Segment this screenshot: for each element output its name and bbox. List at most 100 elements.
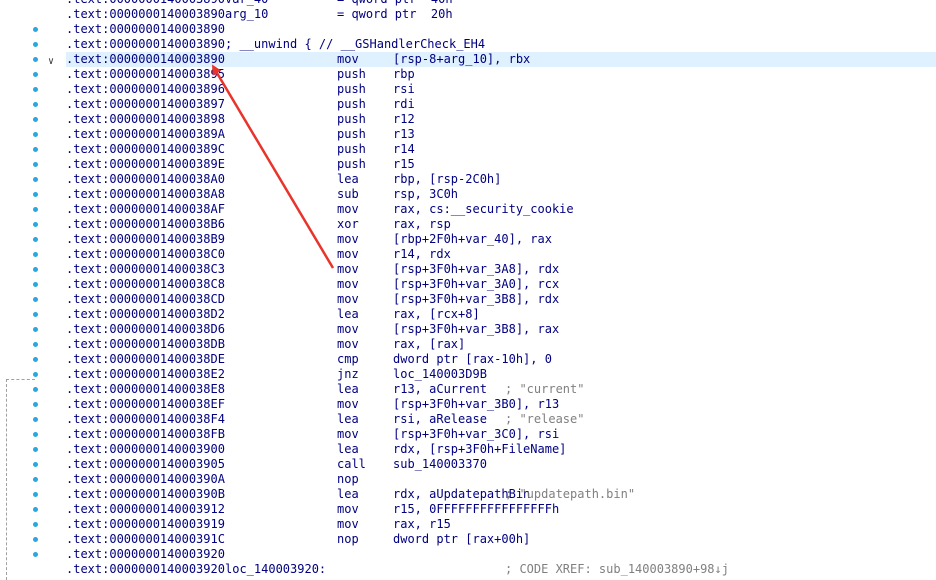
address[interactable]: .text:00000001400038A0	[66, 172, 225, 187]
listing-row[interactable]: .text:000000014000389A push r13	[66, 127, 936, 142]
listing-row[interactable]: .text:00000001400038A8 sub rsp, 3C0h	[66, 187, 936, 202]
address[interactable]: .text:00000001400038E2	[66, 367, 225, 382]
mnemonic[interactable]: lea	[337, 172, 359, 187]
address[interactable]: .text:00000001400038D6	[66, 322, 225, 337]
operands[interactable]: [rbp+2F0h+var_40], rax	[393, 232, 552, 247]
breakpoint-dot[interactable]	[33, 117, 38, 122]
mnemonic[interactable]: mov	[337, 262, 359, 277]
mnemonic[interactable]: push	[337, 67, 366, 82]
listing-row[interactable]: .text:00000001400038D2 lea rax, [rcx+8]	[66, 307, 936, 322]
address[interactable]: .text:00000001400038F4	[66, 412, 225, 427]
listing-row[interactable]: .text:00000001400038C0 mov r14, rdx	[66, 247, 936, 262]
breakpoint-dot[interactable]	[33, 342, 38, 347]
listing-row[interactable]: .text:00000001400038E8 lea r13, aCurrent ; …	[66, 382, 936, 397]
listing-row[interactable]: .text:000000014000389C push r14	[66, 142, 936, 157]
breakpoint-dot[interactable]	[33, 327, 38, 332]
address[interactable]: .text:000000014000389A	[66, 127, 225, 142]
listing-row[interactable]: .text:0000000140003920 loc_140003920: ; CO…	[66, 562, 936, 577]
mnemonic[interactable]: push	[337, 112, 366, 127]
address[interactable]: .text:000000014000391C	[66, 532, 225, 547]
operands[interactable]: rax, r15	[393, 517, 451, 532]
mnemonic[interactable]: lea	[337, 307, 359, 322]
listing-row[interactable]: .text:0000000140003897 push rdi	[66, 97, 936, 112]
address[interactable]: .text:0000000140003920	[66, 547, 225, 562]
address[interactable]: .text:00000001400038DB	[66, 337, 225, 352]
listing-row[interactable]: .text:00000001400038DE cmp dword ptr [rax-…	[66, 352, 936, 367]
address[interactable]: .text:000000014000390B	[66, 487, 225, 502]
mnemonic[interactable]: lea	[337, 382, 359, 397]
operands[interactable]: sub_140003370	[393, 457, 487, 472]
mnemonic[interactable]: nop	[337, 472, 359, 487]
mnemonic[interactable]: push	[337, 157, 366, 172]
address[interactable]: .text:000000014000389E	[66, 157, 225, 172]
breakpoint-dot[interactable]	[33, 282, 38, 287]
address[interactable]: .text:0000000140003890	[66, 37, 225, 52]
listing-row[interactable]: .text:00000001400038B9 mov [rbp+2F0h+var_4…	[66, 232, 936, 247]
operands[interactable]: rax, [rax]	[393, 337, 465, 352]
operands[interactable]: [rsp+3F0h+var_3A0], rcx	[393, 277, 559, 292]
listing-row[interactable]: .text:000000014000391C nop dword ptr [rax+…	[66, 532, 936, 547]
address[interactable]: .text:0000000140003890	[66, 7, 225, 22]
address[interactable]: .text:00000001400038C8	[66, 277, 225, 292]
address[interactable]: .text:00000001400038C0	[66, 247, 225, 262]
address[interactable]: .text:000000014000389C	[66, 142, 225, 157]
listing-row[interactable]: .text:00000001400038CD mov [rsp+3F0h+var_3…	[66, 292, 936, 307]
mnemonic[interactable]: push	[337, 142, 366, 157]
listing-row[interactable]: .text:00000001400038E2 jnz loc_140003D9B	[66, 367, 936, 382]
listing-row[interactable]: .text:0000000140003890var_40 = qword ptr …	[66, 0, 936, 7]
listing-row[interactable]: .text:0000000140003890; __unwind { // __…	[66, 37, 936, 52]
operands[interactable]: [rsp+3F0h+var_3C0], rsi	[393, 427, 559, 442]
address[interactable]: .text:00000001400038CD	[66, 292, 225, 307]
listing-row[interactable]: .text:000000014000390B lea rdx, aUpdatepat…	[66, 487, 936, 502]
operands[interactable]: r14, rdx	[393, 247, 451, 262]
mnemonic[interactable]: mov	[337, 337, 359, 352]
mnemonic[interactable]: mov	[337, 517, 359, 532]
listing-row[interactable]: .text:00000001400038C3 mov [rsp+3F0h+var_3…	[66, 262, 936, 277]
listing-row[interactable]: .text:0000000140003890 arg_10 = qword ptr …	[66, 7, 936, 22]
mnemonic[interactable]: mov	[337, 322, 359, 337]
address[interactable]: .text:0000000140003898	[66, 112, 225, 127]
operands[interactable]: [rsp+3F0h+var_3B8], rdx	[393, 292, 559, 307]
breakpoint-dot[interactable]	[33, 177, 38, 182]
breakpoint-gutter[interactable]: ∨	[0, 0, 64, 580]
operands[interactable]: [rsp+3F0h+var_3B0], r13	[393, 397, 559, 412]
address[interactable]: .text:0000000140003890	[66, 52, 225, 67]
listing-row[interactable]: .text:000000014000390A nop	[66, 472, 936, 487]
operands[interactable]: rsp, 3C0h	[393, 187, 458, 202]
operands[interactable]: [rsp-8+arg_10], rbx	[393, 52, 530, 67]
address[interactable]: .text:00000001400038FB	[66, 427, 225, 442]
address[interactable]: .text:0000000140003890	[66, 22, 225, 37]
mnemonic[interactable]: mov	[337, 277, 359, 292]
operands[interactable]: loc_140003D9B	[393, 367, 487, 382]
mnemonic[interactable]: lea	[337, 412, 359, 427]
address[interactable]: .text:00000001400038A8	[66, 187, 225, 202]
operands[interactable]: r15	[393, 157, 415, 172]
label[interactable]: var_40	[225, 0, 268, 7]
operands[interactable]: dword ptr [rax+00h]	[393, 532, 530, 547]
operands[interactable]: r13, aCurrent	[393, 382, 487, 397]
listing-row[interactable]: .text:00000001400038AF mov rax, cs:__secur…	[66, 202, 936, 217]
mnemonic[interactable]: mov	[337, 292, 359, 307]
listing-row[interactable]: .text:00000001400038FB mov [rsp+3F0h+var_3…	[66, 427, 936, 442]
breakpoint-dot[interactable]	[33, 42, 38, 47]
mnemonic[interactable]: push	[337, 97, 366, 112]
label[interactable]: ; __unwind { // __GSHandlerCheck_EH4	[225, 37, 485, 52]
operands[interactable]: = qword ptr -40h	[337, 0, 453, 7]
address[interactable]: .text:0000000140003900	[66, 442, 225, 457]
operands[interactable]: rdx, [rsp+3F0h+FileName]	[393, 442, 566, 457]
mnemonic[interactable]: sub	[337, 187, 359, 202]
label[interactable]: arg_10	[225, 7, 268, 22]
mnemonic[interactable]: mov	[337, 247, 359, 262]
operands[interactable]: [rsp+3F0h+var_3A8], rdx	[393, 262, 559, 277]
listing-row[interactable]: .text:0000000140003919 mov rax, r15	[66, 517, 936, 532]
address[interactable]: .text:00000001400038B6	[66, 217, 225, 232]
address[interactable]: .text:000000014000390A	[66, 472, 225, 487]
breakpoint-dot[interactable]	[33, 27, 38, 32]
address[interactable]: .text:00000001400038DE	[66, 352, 225, 367]
operands[interactable]: rax, rsp	[393, 217, 451, 232]
mnemonic[interactable]: mov	[337, 427, 359, 442]
listing-row[interactable]: .text:0000000140003920	[66, 547, 936, 562]
operands[interactable]: = qword ptr 20h	[337, 7, 453, 22]
operands[interactable]: r13	[393, 127, 415, 142]
listing-row[interactable]: .text:00000001400038D6 mov [rsp+3F0h+var_3…	[66, 322, 936, 337]
